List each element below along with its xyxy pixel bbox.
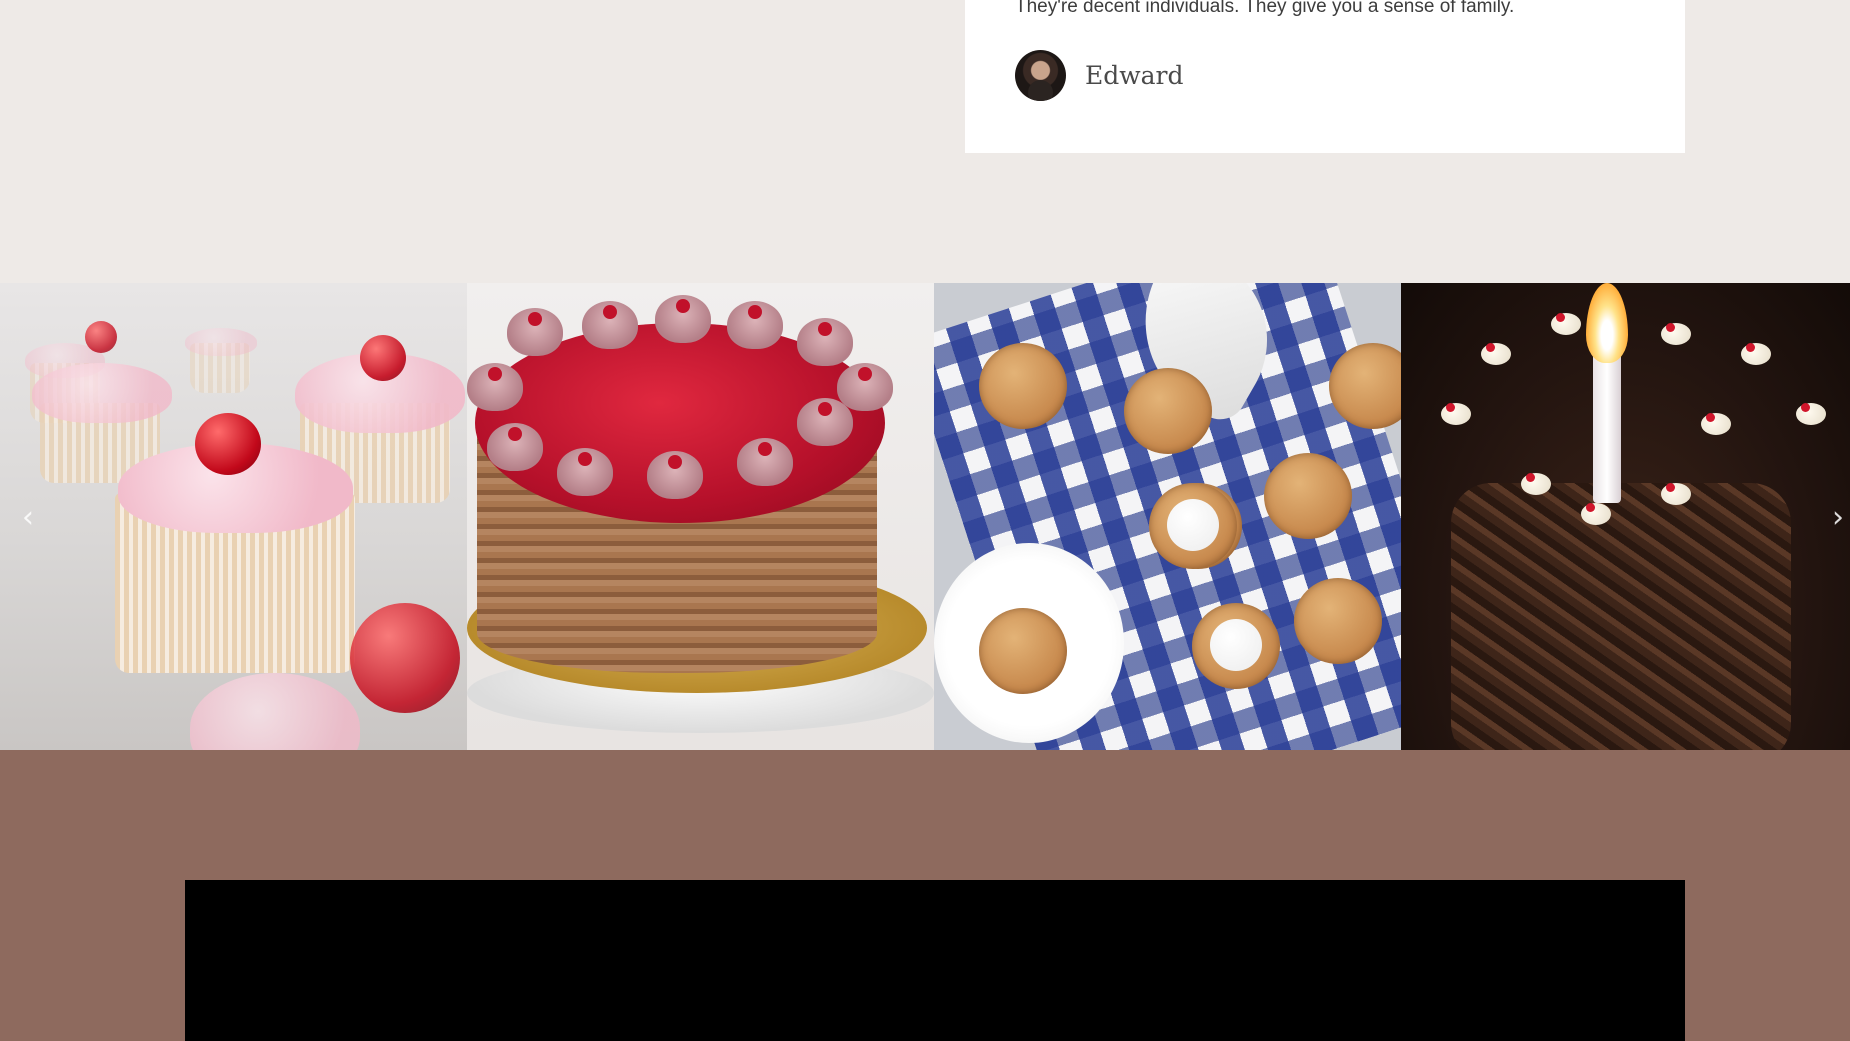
image-gallery-carousel[interactable]	[0, 283, 1850, 750]
author-name: Edward	[1085, 61, 1184, 90]
video-section	[0, 750, 1850, 1041]
testimonial-card: They're decent individuals. They give yo…	[965, 0, 1685, 153]
gallery-image-cupcakes[interactable]	[0, 283, 467, 750]
chevron-right-icon[interactable]: ›	[1826, 500, 1850, 536]
gallery-image-cheesecake[interactable]	[467, 283, 934, 750]
video-player[interactable]	[185, 880, 1685, 1041]
testimonial-section: They're decent individuals. They give yo…	[0, 0, 1850, 283]
gallery-image-chocolate-cake[interactable]	[1401, 283, 1850, 750]
avatar	[1015, 50, 1066, 101]
gallery-image-cookies[interactable]	[934, 283, 1401, 750]
testimonial-author: Edward	[1015, 50, 1184, 101]
chevron-left-icon[interactable]: ‹	[16, 500, 40, 536]
testimonial-quote: They're decent individuals. They give yo…	[1015, 0, 1515, 17]
